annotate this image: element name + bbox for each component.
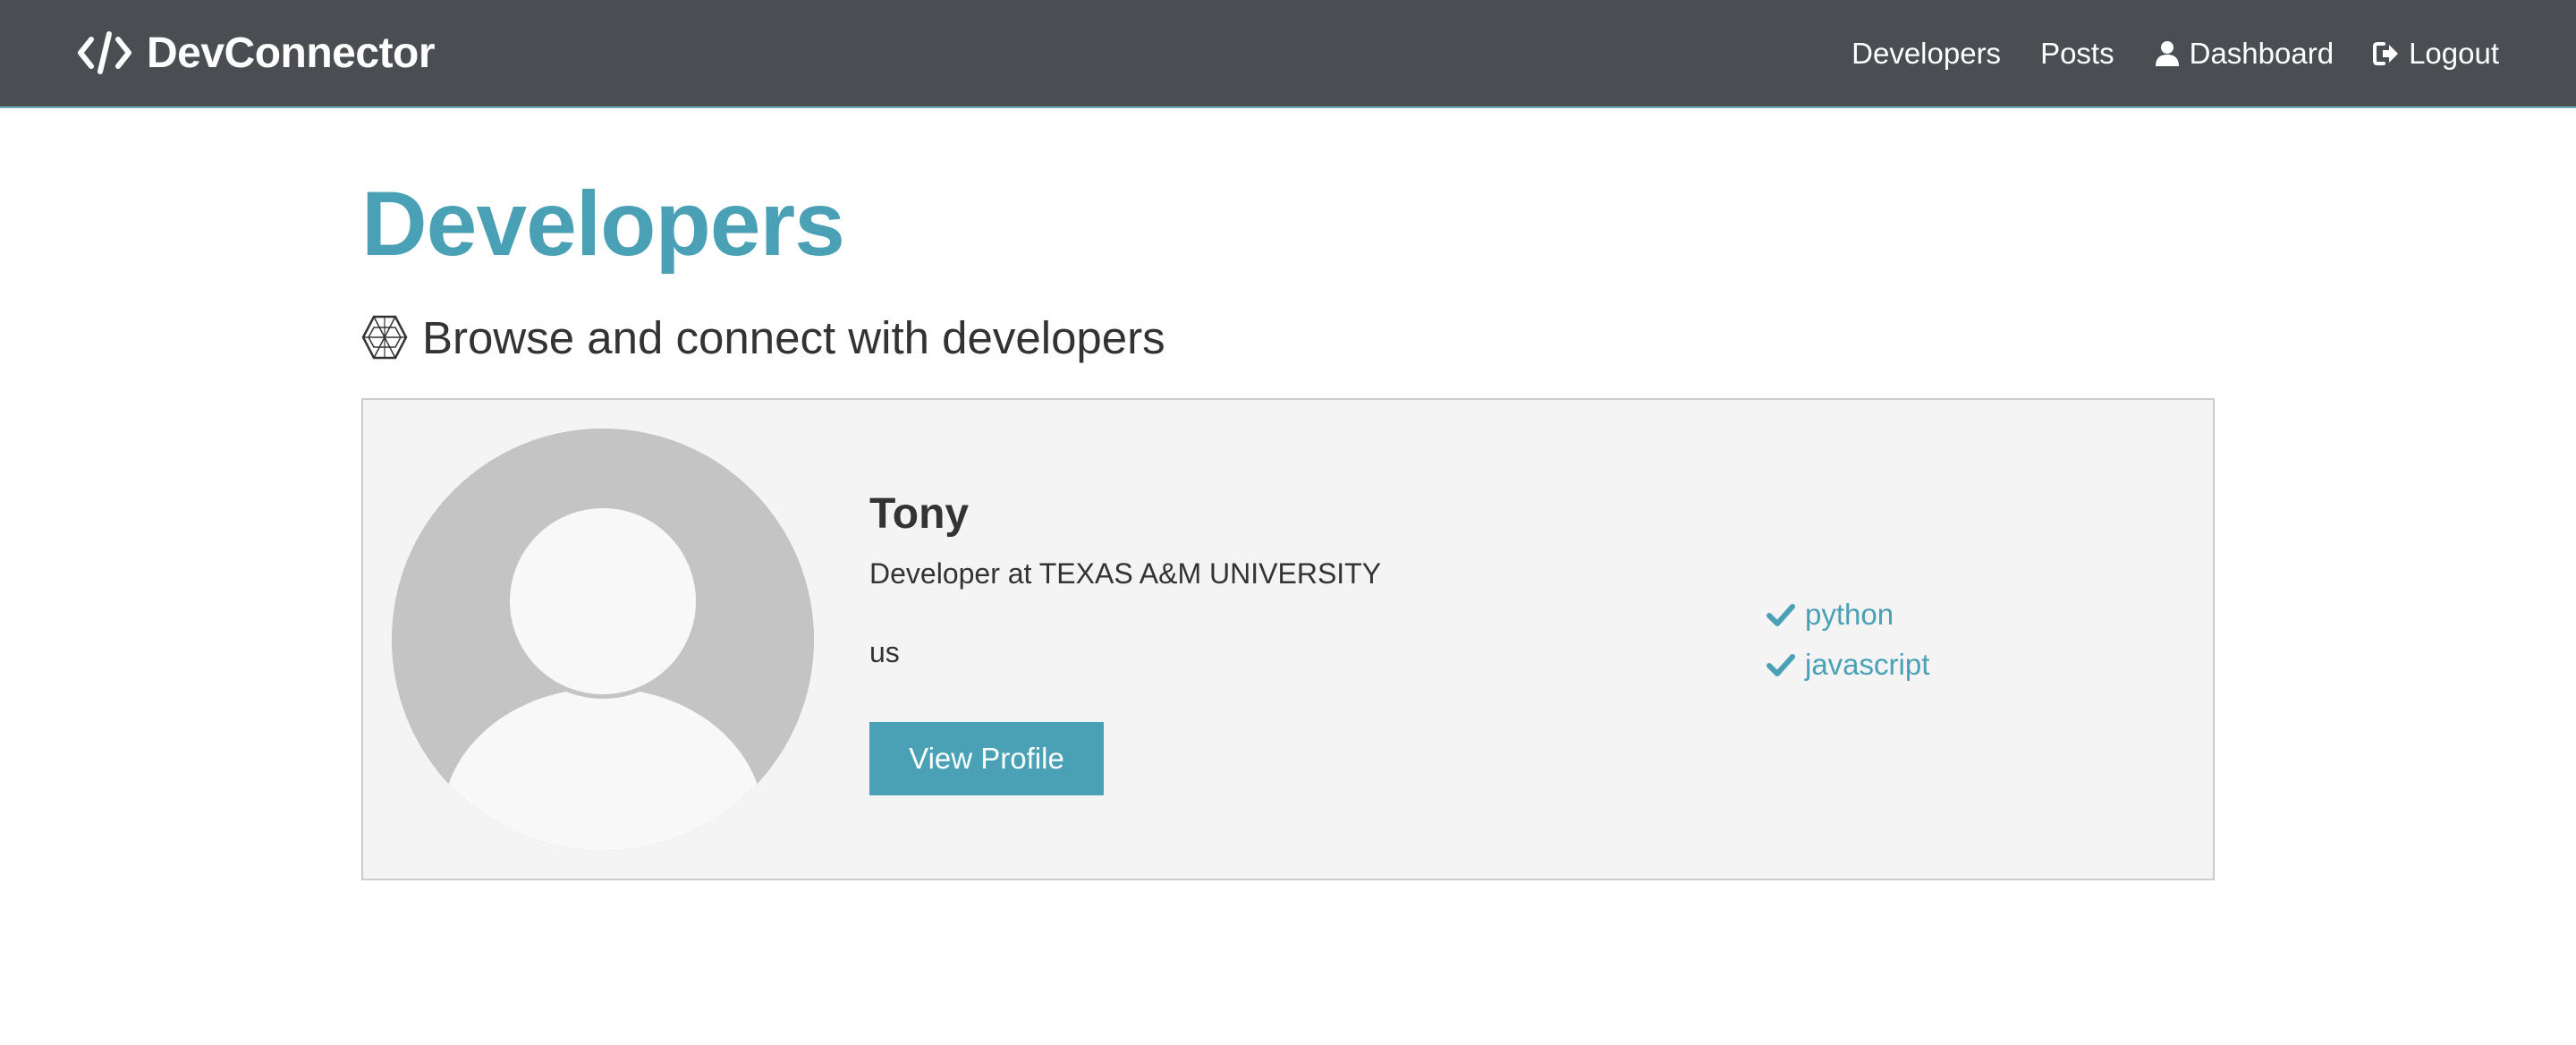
check-icon — [1767, 654, 1795, 676]
nav-link-posts-label: Posts — [2040, 37, 2114, 70]
nav-links: Developers Posts Dashboard Logout — [1852, 32, 2499, 75]
nav-link-developers[interactable]: Developers — [1852, 37, 2001, 71]
nav-link-developers-label: Developers — [1852, 37, 2002, 70]
brand-link[interactable]: DevConnector — [77, 27, 436, 79]
skill-label: javascript — [1805, 648, 1930, 681]
brand-name: DevConnector — [147, 29, 436, 77]
connectdevelop-icon — [361, 315, 408, 360]
profile-location: us — [869, 636, 900, 668]
page-lead: Browse and connect with developers — [361, 306, 2215, 369]
page-title: Developers — [361, 173, 845, 275]
skill-item: python — [1766, 595, 1929, 634]
skills-list: python javascript — [1766, 595, 1929, 695]
default-avatar-icon — [392, 429, 814, 851]
navbar: DevConnector Developers Posts Dashboard … — [0, 0, 2576, 108]
code-icon — [78, 31, 131, 74]
nav-link-logout[interactable]: Logout — [2373, 37, 2499, 71]
nav-link-dashboard[interactable]: Dashboard — [2154, 37, 2334, 71]
profile-name: Tony — [869, 490, 970, 538]
skill-label: python — [1805, 598, 1894, 631]
nav-link-posts[interactable]: Posts — [2040, 37, 2114, 71]
profile-card: Tony Developer at TEXAS A&M UNIVERSITY u… — [361, 398, 2215, 880]
main-container: Developers Browse and connect with devel… — [361, 170, 2215, 880]
page-lead-text: Browse and connect with developers — [422, 311, 1165, 363]
skill-item: javascript — [1766, 645, 1929, 684]
check-icon — [1767, 604, 1795, 626]
view-profile-button[interactable]: View Profile — [869, 722, 1104, 795]
profile-status: Developer at TEXAS A&M UNIVERSITY — [869, 557, 1382, 590]
nav-link-dashboard-label: Dashboard — [2189, 37, 2334, 70]
user-icon — [2155, 41, 2179, 66]
profile-info: Tony Developer at TEXAS A&M UNIVERSITY u… — [869, 489, 1381, 670]
avatar — [392, 429, 814, 851]
nav-link-logout-label: Logout — [2409, 37, 2499, 70]
sign-out-icon — [2373, 42, 2399, 65]
